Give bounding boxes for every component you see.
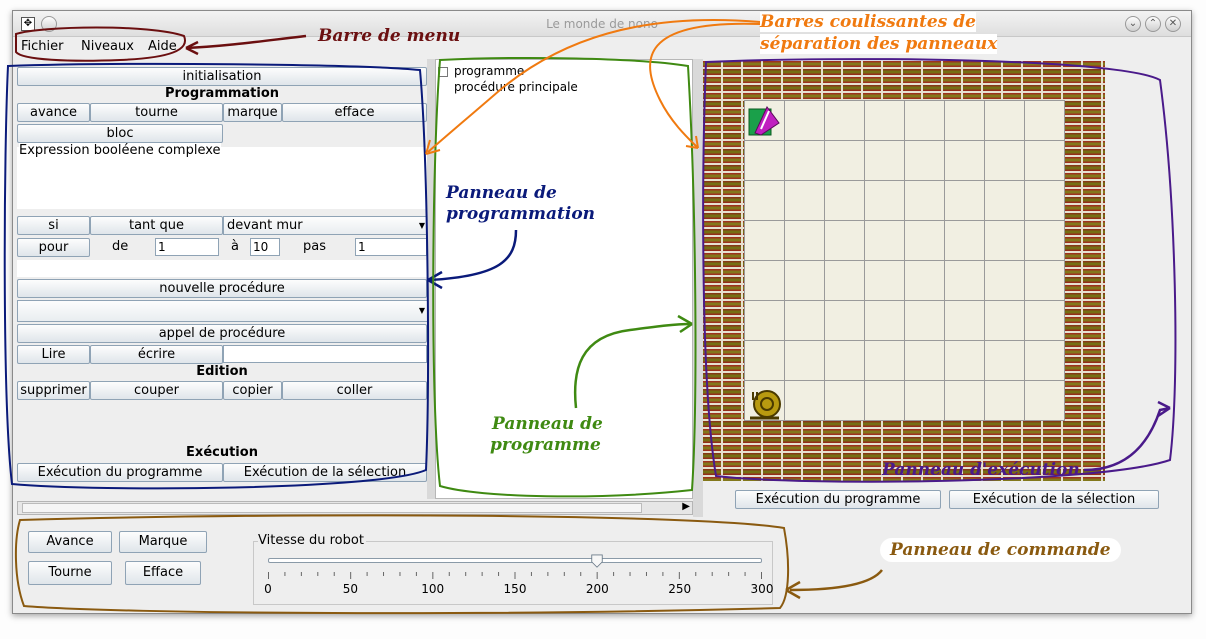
speed-slider-thumb[interactable] [590,554,604,568]
avance-button[interactable]: avance [17,103,90,122]
annotation-program-line2: programme [490,435,601,455]
speed-group: Vitesse du robot 0 50 100 150 200 250 300 [253,533,773,605]
execution-panel: Exécution du programme Exécution de la s… [703,59,1191,517]
speed-tick-label: 100 [421,582,445,596]
tree-node-procedure-principale[interactable]: procédure principale [454,80,578,94]
speed-slider-track[interactable] [268,558,762,563]
de-field[interactable]: 1 [155,238,219,256]
appel-procedure-button[interactable]: appel de procédure [17,324,427,343]
a-label: à [231,239,239,254]
boolean-expression-area[interactable]: Expression booléene complexe [17,143,427,209]
execution-header: Exécution [186,445,258,460]
scrollbar-thumb[interactable] [22,503,642,513]
speed-tick-label: 300 [750,582,774,596]
copier-button[interactable]: copier [223,381,282,400]
speed-tick-label: 200 [585,582,609,596]
exec-panel-selection-button[interactable]: Exécution de la sélection [949,490,1159,509]
cmd-tourne-button[interactable]: Tourne [28,561,112,585]
main-window: ✥ Le monde de nono ⌄ ⌃ ✕ Fichier Niveaux… [12,10,1192,614]
tant-que-button[interactable]: tant que [90,216,223,235]
annotation-program-line1: Panneau de [492,414,603,434]
boolean-expression-label: Expression booléene complexe [19,143,221,158]
menu-niveaux[interactable]: Niveaux [81,39,134,54]
speed-tick-label: 150 [503,582,527,596]
exec-selection-button[interactable]: Exécution de la sélection [223,463,427,482]
nouvelle-procedure-button[interactable]: nouvelle procédure [17,279,427,298]
efface-button[interactable]: efface [282,103,427,122]
scroll-right-icon[interactable]: ▶ [682,501,690,512]
annotation-programming-line1: Panneau de [446,183,557,203]
tourne-button[interactable]: tourne [90,103,223,122]
condition-select[interactable]: devant mur ▼ [223,216,429,235]
si-button[interactable]: si [17,216,90,235]
menu-aide[interactable]: Aide [148,39,177,54]
speed-tick-label: 250 [668,582,692,596]
split-divider-left[interactable] [427,59,435,499]
condition-select-value: devant mur [227,218,303,233]
initialisation-button[interactable]: initialisation [17,67,427,86]
pas-label: pas [303,239,326,254]
annotation-sliders-line2: séparation des panneaux [760,34,998,54]
loop-body-area[interactable] [17,260,427,277]
maximize-icon[interactable]: ⌃ [1145,16,1161,32]
pour-button[interactable]: pour [17,238,90,257]
annotation-sliders-line1: Barres coulissantes de [760,12,976,32]
programming-panel: initialisation Programmation avance tour… [17,67,429,487]
close-icon[interactable]: ✕ [1165,16,1181,32]
exec-program-button[interactable]: Exécution du programme [17,463,223,482]
exec-panel-program-button[interactable]: Exécution du programme [735,490,941,509]
ecrire-button[interactable]: écrire [90,345,223,364]
snail-icon [750,390,781,420]
speed-label: Vitesse du robot [258,533,366,548]
minimize-icon[interactable]: ⌄ [1125,16,1141,32]
command-panel: Avance Marque Tourne Efface Vitesse du r… [13,519,1191,613]
cmd-avance-button[interactable]: Avance [28,531,112,553]
annotation-command: Panneau de commande [880,538,1121,562]
speed-tick-label: 50 [342,582,358,596]
horizontal-scrollbar[interactable]: ▶ [17,501,693,515]
de-label: de [112,239,129,254]
speed-ticks [268,572,762,579]
annotation-programming-line2: programmation [446,204,596,224]
speed-tick-label: 0 [264,582,272,596]
window-title: Le monde de nono [546,17,658,31]
title-bar: ✥ Le monde de nono ⌄ ⌃ ✕ [13,11,1191,37]
split-divider-right[interactable] [693,59,703,517]
bloc-button[interactable]: bloc [17,124,223,143]
programmation-header: Programmation [164,86,280,101]
a-field[interactable]: 10 [250,238,280,256]
lire-button[interactable]: Lire [17,345,90,364]
tree-node-programme[interactable]: programme [454,64,524,78]
annotation-menu-bar: Barre de menu [318,26,461,46]
pas-field[interactable]: 1 [355,238,427,256]
marque-button[interactable]: marque [223,103,282,122]
ecrire-field[interactable] [223,345,427,363]
cmd-marque-button[interactable]: Marque [119,531,207,553]
folder-icon [438,67,448,77]
speed-tick-labels: 0 50 100 150 200 250 300 [264,582,773,598]
cmd-efface-button[interactable]: Efface [125,561,201,585]
menu-fichier[interactable]: Fichier [21,39,64,54]
couper-button[interactable]: couper [90,381,223,400]
coller-button[interactable]: coller [282,381,427,400]
robot-icon [748,106,780,136]
procedure-select[interactable]: ▼ [17,300,429,322]
supprimer-button[interactable]: supprimer [17,381,90,400]
edition-header: Edition [196,364,248,379]
menu-bar: Fichier Niveaux Aide [13,37,1191,57]
world-grid [744,100,1065,421]
annotation-execution: Panneau d'exécution [882,460,1080,480]
